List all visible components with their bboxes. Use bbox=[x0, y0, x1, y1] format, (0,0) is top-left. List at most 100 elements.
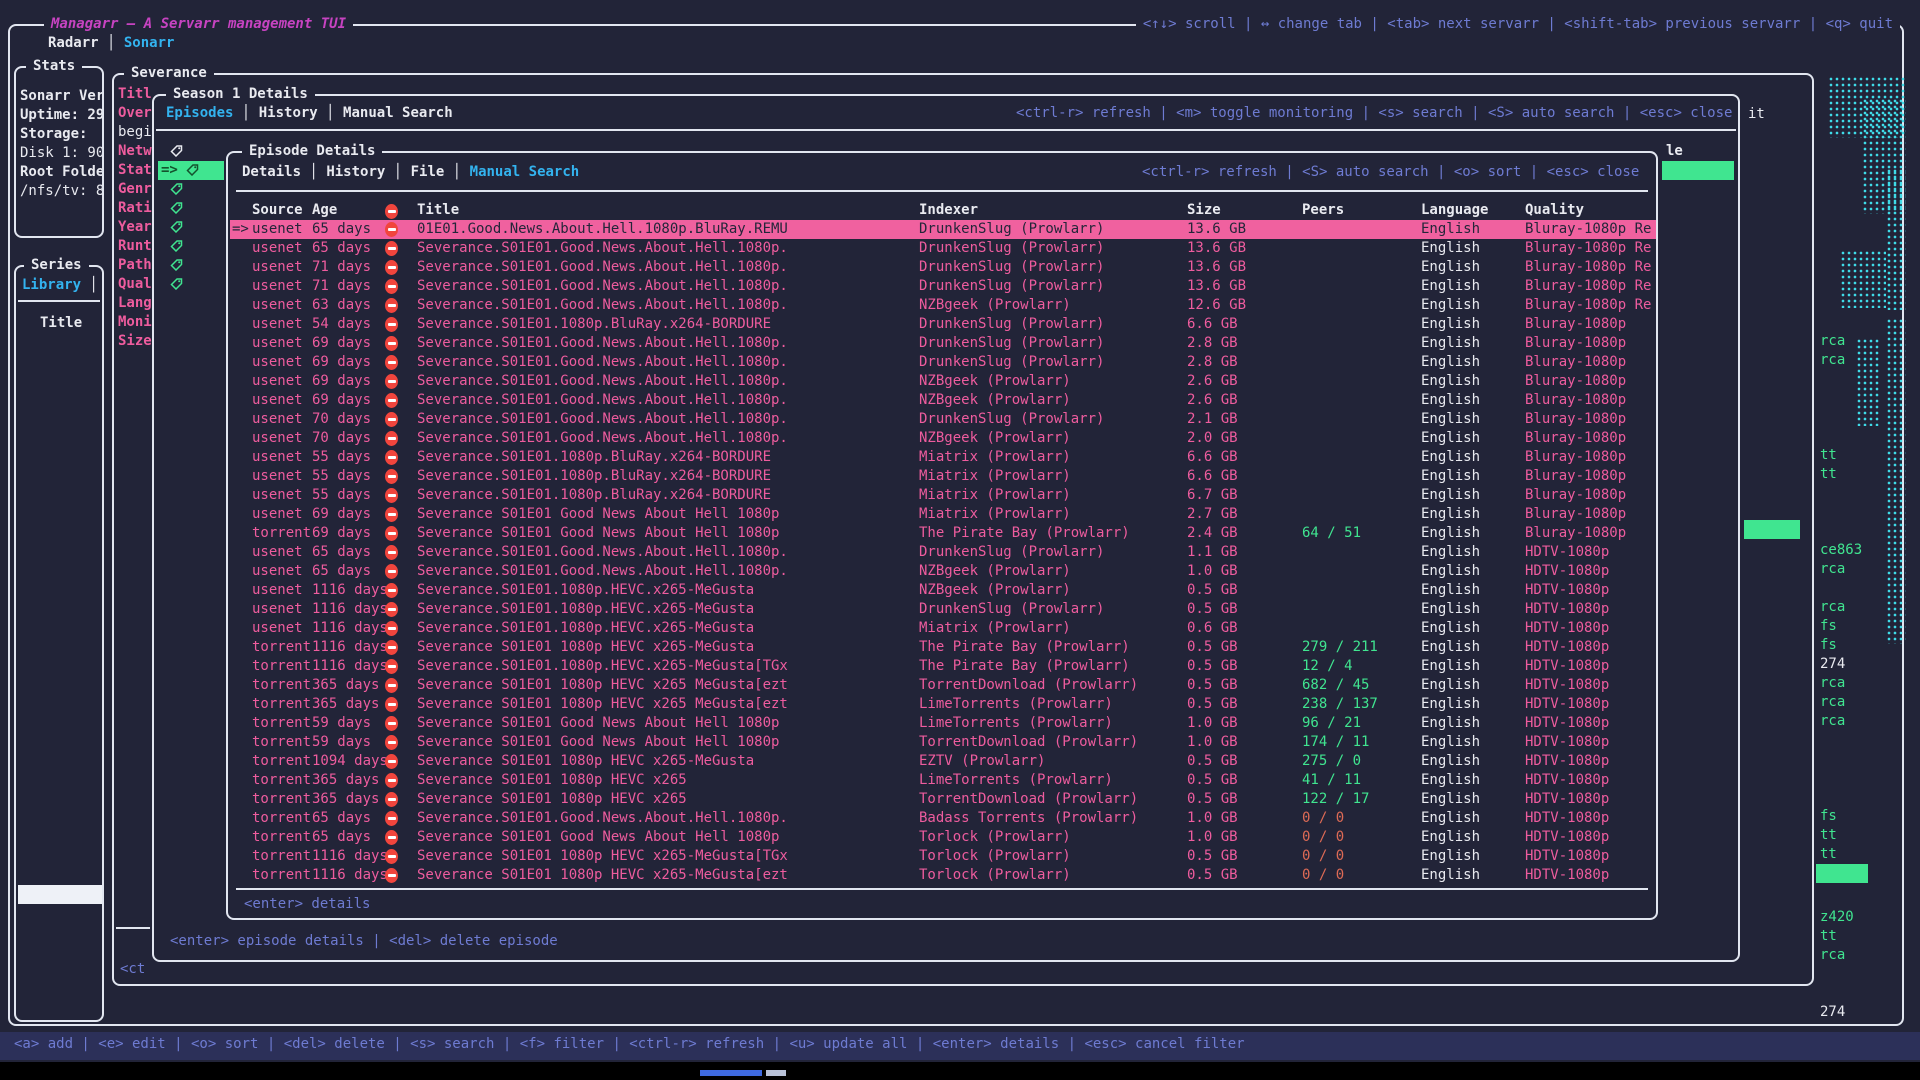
release-row[interactable]: usenet 69 days Severance.S01E01.Good.New… bbox=[230, 334, 1656, 353]
release-row[interactable]: usenet 71 days Severance.S01E01.Good.New… bbox=[230, 277, 1656, 296]
series-list-item[interactable]: Altered bbox=[18, 942, 104, 961]
series-list-item[interactable]: Yosuga bbox=[18, 334, 104, 353]
episode-tab[interactable]: Manual Search bbox=[444, 163, 579, 182]
release-row[interactable]: usenet 63 days Severance.S01E01.Good.New… bbox=[230, 296, 1656, 315]
release-row[interactable]: torrent 365 days Severance S01E01 1080p … bbox=[230, 771, 1656, 790]
release-row[interactable]: torrent 65 days Severance.S01E01.Good.Ne… bbox=[230, 809, 1656, 828]
series-list-item[interactable]: Mad Men bbox=[18, 600, 104, 619]
release-row[interactable]: usenet 69 days Severance.S01E01.Good.New… bbox=[230, 391, 1656, 410]
release-row[interactable]: torrent 59 days Severance S01E01 Good Ne… bbox=[230, 733, 1656, 752]
series-list-item[interactable]: The Emp bbox=[18, 505, 104, 524]
monitored-tag-icon[interactable] bbox=[170, 237, 192, 256]
series-list-item[interactable]: Hunter bbox=[18, 410, 104, 429]
series-list-item[interactable]: The Off bbox=[18, 752, 104, 771]
series-list-item[interactable]: The Rev bbox=[18, 714, 104, 733]
release-row[interactable]: usenet 69 days Severance.S01E01.Good.New… bbox=[230, 353, 1656, 372]
season-tab[interactable]: History bbox=[233, 104, 317, 123]
release-language: English bbox=[1421, 828, 1480, 847]
series-list-item[interactable]: Landman bbox=[18, 999, 104, 1018]
series-list-item[interactable]: The Emp bbox=[18, 486, 104, 505]
season-tab[interactable]: Episodes bbox=[166, 104, 233, 123]
release-row[interactable]: usenet 55 days Severance.S01E01.1080p.Bl… bbox=[230, 467, 1656, 486]
series-list-item[interactable]: Tsunami bbox=[18, 581, 104, 600]
series-list-item[interactable]: Little bbox=[18, 448, 104, 467]
series-list-item[interactable]: Mask Gi bbox=[18, 467, 104, 486]
release-row[interactable]: usenet 65 days Severance.S01E01.Good.New… bbox=[230, 543, 1656, 562]
release-row[interactable]: torrent 1116 days Severance.S01E01.1080p… bbox=[230, 657, 1656, 676]
series-list-item[interactable]: The Way bbox=[18, 391, 104, 410]
season-tab[interactable]: Manual Search bbox=[318, 104, 453, 123]
release-row[interactable]: usenet 1116 days Severance.S01E01.1080p.… bbox=[230, 581, 1656, 600]
series-list-item[interactable]: The Nig bbox=[18, 866, 104, 885]
monitored-tag-icon[interactable] bbox=[170, 256, 192, 275]
release-row[interactable]: usenet 1116 days Severance.S01E01.1080p.… bbox=[230, 600, 1656, 619]
release-row[interactable]: => usenet 65 days 01E01.Good.News.About.… bbox=[230, 220, 1656, 239]
series-list-item[interactable]: High Sc bbox=[18, 429, 104, 448]
series-list-item[interactable]: Sons of bbox=[18, 676, 104, 695]
rejected-icon bbox=[385, 469, 398, 484]
series-list-item[interactable]: Netflix bbox=[18, 847, 104, 866]
release-row[interactable]: torrent 69 days Severance S01E01 Good Ne… bbox=[230, 524, 1656, 543]
series-list-item[interactable]: Flight bbox=[18, 619, 104, 638]
series-list-item[interactable]: Dark Ga bbox=[18, 923, 104, 942]
series-list-item[interactable]: Keijo!! bbox=[18, 524, 104, 543]
release-row[interactable]: usenet 1116 days Severance.S01E01.1080p.… bbox=[230, 619, 1656, 638]
release-row[interactable]: torrent 1116 days Severance S01E01 1080p… bbox=[230, 866, 1656, 885]
release-title: Severance S01E01 1080p HEVC x265 bbox=[417, 790, 687, 809]
series-list-item[interactable]: The Nan bbox=[18, 809, 104, 828]
release-source: usenet bbox=[252, 448, 303, 467]
episode-tab[interactable]: Details bbox=[242, 163, 301, 182]
monitored-tag-icon[interactable]: => bbox=[158, 161, 224, 180]
release-row[interactable]: torrent 1116 days Severance S01E01 1080p… bbox=[230, 847, 1656, 866]
series-list-item[interactable]: Washing bbox=[18, 695, 104, 714]
monitored-tag-icon[interactable] bbox=[170, 180, 192, 199]
release-row[interactable]: usenet 54 days Severance.S01E01.1080p.Bl… bbox=[230, 315, 1656, 334]
servarr-tab[interactable]: Radarr bbox=[48, 34, 99, 53]
series-list-item[interactable]: The Tra bbox=[18, 790, 104, 809]
release-row[interactable]: torrent 365 days Severance S01E01 1080p … bbox=[230, 676, 1656, 695]
monitored-tag-icon[interactable] bbox=[170, 275, 192, 294]
monitored-tag-icon[interactable] bbox=[170, 199, 192, 218]
release-source: usenet bbox=[252, 505, 303, 524]
series-list-item[interactable]: Marvel' bbox=[18, 904, 104, 923]
series-list-item[interactable]: The Gri bbox=[18, 543, 104, 562]
release-row[interactable]: usenet 65 days Severance.S01E01.Good.New… bbox=[230, 562, 1656, 581]
release-source: torrent bbox=[252, 752, 311, 771]
series-list-item[interactable]: Chillin bbox=[18, 372, 104, 391]
release-row[interactable]: usenet 70 days Severance.S01E01.Good.New… bbox=[230, 429, 1656, 448]
release-peers: 64 / 51 bbox=[1302, 524, 1361, 543]
release-row[interactable]: usenet 55 days Severance.S01E01.1080p.Bl… bbox=[230, 486, 1656, 505]
release-quality: Bluray-1080p Re bbox=[1525, 258, 1651, 277]
series-list-item[interactable]: Sirens bbox=[18, 638, 104, 657]
series-list-item[interactable]: Overflo bbox=[18, 562, 104, 581]
episode-tab[interactable]: History bbox=[301, 163, 385, 182]
rejected-icon bbox=[385, 374, 398, 389]
monitored-tag-icon[interactable] bbox=[170, 218, 192, 237]
release-row[interactable]: usenet 71 days Severance.S01E01.Good.New… bbox=[230, 258, 1656, 277]
release-age: 1116 days bbox=[312, 600, 388, 619]
release-row[interactable]: usenet 70 days Severance.S01E01.Good.New… bbox=[230, 410, 1656, 429]
series-field-label: Monit bbox=[118, 313, 152, 332]
series-list-item[interactable]: Paradis bbox=[18, 980, 104, 999]
series-subtabs[interactable]: Library │ bbox=[22, 276, 98, 295]
release-row[interactable]: torrent 365 days Severance S01E01 1080p … bbox=[230, 695, 1656, 714]
release-row[interactable]: usenet 65 days Severance.S01E01.Good.New… bbox=[230, 239, 1656, 258]
release-row[interactable]: torrent 59 days Severance S01E01 Good Ne… bbox=[230, 714, 1656, 733]
release-row[interactable]: torrent 1094 days Severance S01E01 1080p… bbox=[230, 752, 1656, 771]
episode-tab[interactable]: File bbox=[385, 163, 444, 182]
release-row[interactable]: usenet 55 days Severance.S01E01.1080p.Bl… bbox=[230, 448, 1656, 467]
series-list-item[interactable]: It's Al bbox=[18, 771, 104, 790]
release-row[interactable]: torrent 1116 days Severance S01E01 1080p… bbox=[230, 638, 1656, 657]
series-list-item[interactable]: DAN DA bbox=[18, 828, 104, 847]
series-list-item[interactable]: Batwhee bbox=[18, 961, 104, 980]
series-list-item[interactable]: Homeste bbox=[18, 657, 104, 676]
monitored-tag-icon[interactable] bbox=[170, 142, 192, 161]
release-row[interactable]: usenet 69 days Severance S01E01 Good New… bbox=[230, 505, 1656, 524]
series-list-item[interactable]: PEN15 bbox=[18, 733, 104, 752]
series-list-item[interactable]: The Qwa bbox=[18, 353, 104, 372]
release-row[interactable]: torrent 365 days Severance S01E01 1080p … bbox=[230, 790, 1656, 809]
release-row[interactable]: torrent 65 days Severance S01E01 Good Ne… bbox=[230, 828, 1656, 847]
release-row[interactable]: usenet 69 days Severance.S01E01.Good.New… bbox=[230, 372, 1656, 391]
release-title: Severance.S01E01.Good.News.About.Hell.10… bbox=[417, 334, 788, 353]
series-list-item[interactable]: => Severan bbox=[18, 885, 104, 904]
